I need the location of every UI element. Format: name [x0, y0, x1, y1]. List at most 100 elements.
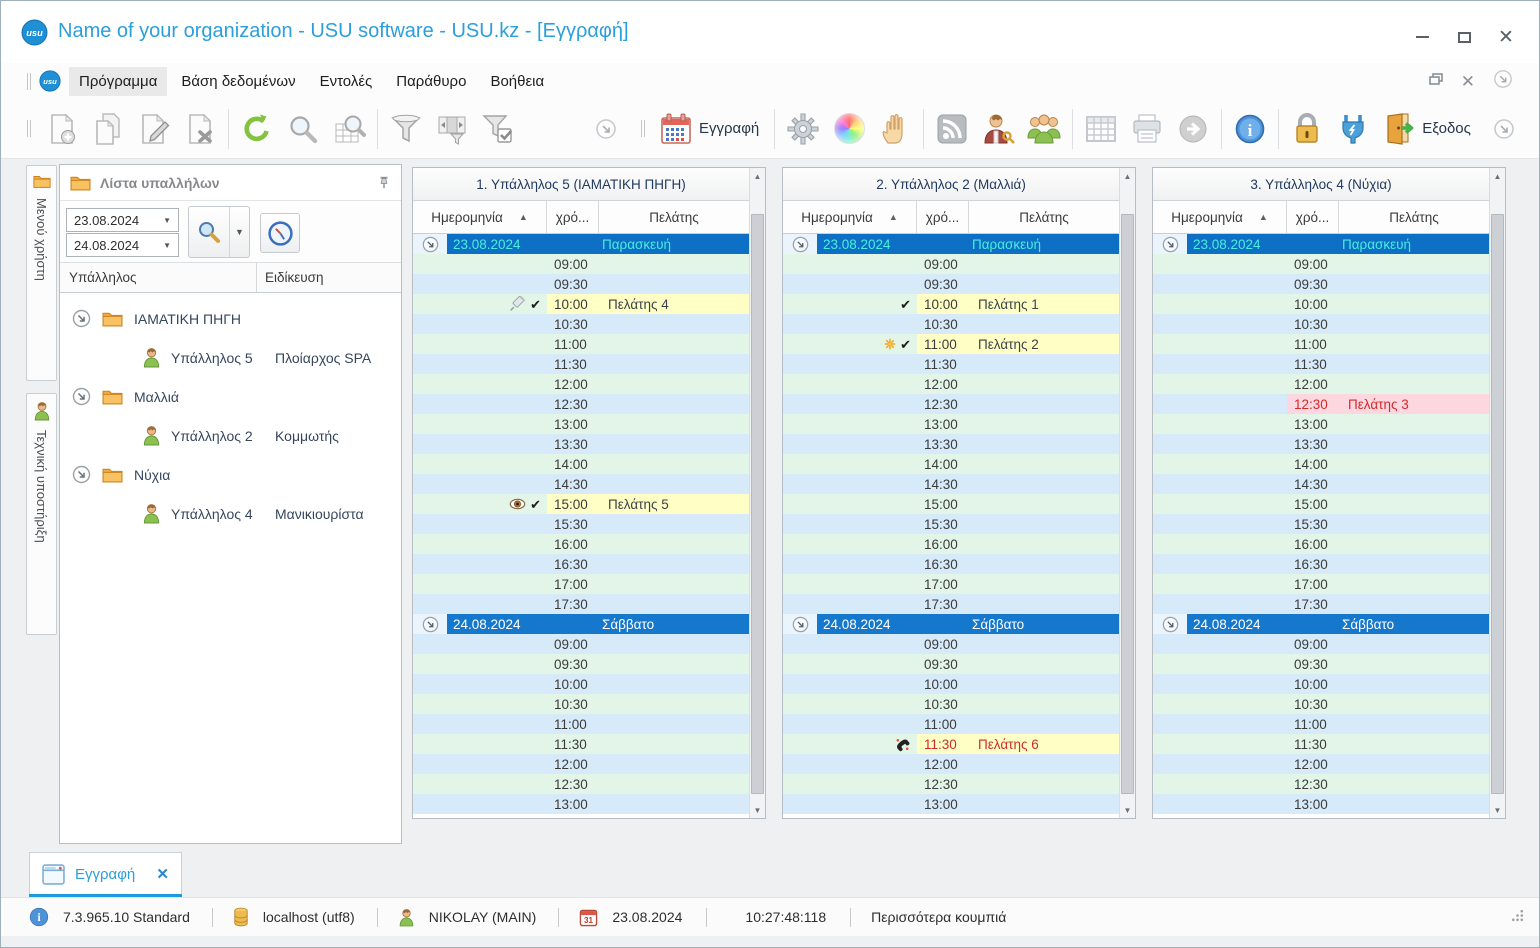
- time-slot-row[interactable]: ✔ 15:00 Πελάτης 5: [413, 494, 749, 514]
- time-slot-row[interactable]: 16:30: [413, 554, 749, 574]
- scrollbar[interactable]: ▲ ▼: [1489, 168, 1505, 818]
- sidebar-tab-tech-support[interactable]: Τεχνική υποστήριξη: [26, 393, 57, 635]
- menu-commands[interactable]: Εντολές: [310, 67, 383, 96]
- delete-record-button[interactable]: [177, 106, 223, 152]
- collapse-icon[interactable]: [1153, 234, 1187, 254]
- time-slot-row[interactable]: 11:00: [1153, 714, 1489, 734]
- mdi-close-button[interactable]: ✕: [1461, 73, 1475, 90]
- scrollbar[interactable]: ▲ ▼: [1119, 168, 1135, 818]
- time-slot-row[interactable]: 09:30: [413, 274, 749, 294]
- time-slot-row[interactable]: 13:00: [1153, 794, 1489, 814]
- time-slot-row[interactable]: 12:00: [783, 374, 1119, 394]
- tab-record[interactable]: Εγγραφή ✕: [29, 852, 182, 895]
- pin-icon[interactable]: [377, 175, 391, 190]
- time-slot-row[interactable]: 15:00: [1153, 494, 1489, 514]
- time-slot-row[interactable]: 10:00: [1153, 674, 1489, 694]
- collapse-icon[interactable]: [72, 387, 91, 406]
- toolbar-overflow-chevron-right[interactable]: [1481, 106, 1527, 152]
- time-slot-row[interactable]: ✔ 10:00 Πελάτης 4: [413, 294, 749, 314]
- appearance-button[interactable]: [826, 106, 872, 152]
- time-slot-row[interactable]: 11:30: [413, 734, 749, 754]
- time-slot-row[interactable]: 10:00: [1153, 294, 1489, 314]
- minimize-button[interactable]: [1409, 27, 1435, 47]
- time-slot-row[interactable]: 12:30: [783, 394, 1119, 414]
- menu-window[interactable]: Παράθυρο: [386, 67, 476, 96]
- collapse-icon[interactable]: [413, 234, 447, 254]
- scroll-up-icon[interactable]: ▲: [1120, 168, 1135, 184]
- time-slot-row[interactable]: ✔ 11:00 Πελάτης 2: [783, 334, 1119, 354]
- time-slot-row[interactable]: 12:30: [413, 394, 749, 414]
- time-slot-row[interactable]: 13:30: [783, 434, 1119, 454]
- time-slot-row[interactable]: 15:00: [783, 494, 1119, 514]
- menu-database[interactable]: Βάση δεδομένων: [171, 67, 305, 96]
- scrollbar[interactable]: ▲ ▼: [749, 168, 765, 818]
- time-slot-row[interactable]: 14:30: [1153, 474, 1489, 494]
- maximize-button[interactable]: [1451, 27, 1477, 47]
- mdi-menu-chevron-icon[interactable]: [1493, 69, 1513, 94]
- time-slot-row[interactable]: 09:00: [783, 254, 1119, 274]
- time-slot-row[interactable]: 16:00: [783, 534, 1119, 554]
- column-header-client[interactable]: Πελάτης: [969, 201, 1119, 233]
- tree-employee-row[interactable]: Υπάλληλος 5 Πλοίαρχος SPA: [60, 338, 401, 377]
- record-button[interactable]: [653, 106, 699, 152]
- resize-grip[interactable]: [1510, 908, 1525, 926]
- tree-group-row[interactable]: Μαλλιά: [60, 377, 401, 416]
- scroll-down-icon[interactable]: ▼: [1120, 802, 1135, 818]
- collapse-icon[interactable]: [72, 309, 91, 328]
- column-header-date[interactable]: Ημερομηνία ▲: [783, 201, 917, 233]
- edit-record-button[interactable]: [131, 106, 177, 152]
- time-slot-row[interactable]: 09:30: [783, 654, 1119, 674]
- time-slot-row[interactable]: 09:30: [1153, 274, 1489, 294]
- date-group-row[interactable]: 23.08.2024 Παρασκευή: [783, 234, 1119, 254]
- drag-mode-button[interactable]: [872, 106, 918, 152]
- time-slot-row[interactable]: 16:00: [1153, 534, 1489, 554]
- time-slot-row[interactable]: 11:30: [1153, 354, 1489, 374]
- filter-button[interactable]: [383, 106, 429, 152]
- time-slot-row[interactable]: ✔ 10:00 Πελάτης 1: [783, 294, 1119, 314]
- time-slot-row[interactable]: 11:30: [783, 354, 1119, 374]
- collapse-icon[interactable]: [783, 614, 817, 634]
- time-button[interactable]: [260, 213, 300, 253]
- date-group-row[interactable]: 24.08.2024 Σάββατο: [783, 614, 1119, 634]
- column-header-specialty[interactable]: Ειδίκευση: [257, 263, 401, 292]
- time-slot-row[interactable]: 10:30: [1153, 314, 1489, 334]
- time-slot-row[interactable]: 11:00: [413, 714, 749, 734]
- time-slot-row[interactable]: 09:00: [1153, 634, 1489, 654]
- time-slot-row[interactable]: 13:00: [1153, 414, 1489, 434]
- scroll-down-icon[interactable]: ▼: [1490, 802, 1505, 818]
- go-next-button[interactable]: [1170, 106, 1216, 152]
- copy-record-button[interactable]: [85, 106, 131, 152]
- table-view-button[interactable]: [1078, 106, 1124, 152]
- search-table-button[interactable]: [326, 106, 372, 152]
- time-slot-row[interactable]: 15:30: [413, 514, 749, 534]
- connection-button[interactable]: [1330, 106, 1376, 152]
- filter-apply-button[interactable]: [475, 106, 521, 152]
- time-slot-row[interactable]: 09:00: [413, 634, 749, 654]
- settings-button[interactable]: [780, 106, 826, 152]
- exit-button-label[interactable]: Εξοδος: [1422, 120, 1471, 137]
- column-header-time[interactable]: χρό...: [547, 201, 599, 233]
- time-slot-row[interactable]: 11:30: [1153, 734, 1489, 754]
- collapse-icon[interactable]: [413, 614, 447, 634]
- time-slot-row[interactable]: 09:00: [1153, 254, 1489, 274]
- time-slot-row[interactable]: 17:30: [783, 594, 1119, 614]
- chevron-down-icon[interactable]: ▼: [163, 216, 171, 225]
- exit-button[interactable]: [1376, 106, 1422, 152]
- time-slot-row[interactable]: 11:30 Πελάτης 6: [783, 734, 1119, 754]
- time-slot-row[interactable]: 10:30: [1153, 694, 1489, 714]
- column-header-date[interactable]: Ημερομηνία ▲: [413, 201, 547, 233]
- time-slot-row[interactable]: 13:30: [413, 434, 749, 454]
- time-slot-row[interactable]: 17:30: [413, 594, 749, 614]
- tree-group-row[interactable]: ΙΑΜΑΤΙΚΗ ΠΗΓΗ: [60, 299, 401, 338]
- time-slot-row[interactable]: 13:00: [783, 794, 1119, 814]
- time-slot-row[interactable]: 10:30: [413, 694, 749, 714]
- scroll-up-icon[interactable]: ▲: [1490, 168, 1505, 184]
- toolbar-grip[interactable]: [27, 72, 31, 90]
- time-slot-row[interactable]: 15:30: [1153, 514, 1489, 534]
- record-button-label[interactable]: Εγγραφή: [699, 120, 759, 137]
- time-slot-row[interactable]: 09:00: [783, 634, 1119, 654]
- mdi-restore-button[interactable]: [1428, 72, 1443, 90]
- time-slot-row[interactable]: 11:00: [783, 714, 1119, 734]
- tree-employee-row[interactable]: Υπάλληλος 4 Μανικιουρίστα: [60, 494, 401, 533]
- chevron-down-icon[interactable]: ▼: [163, 241, 171, 250]
